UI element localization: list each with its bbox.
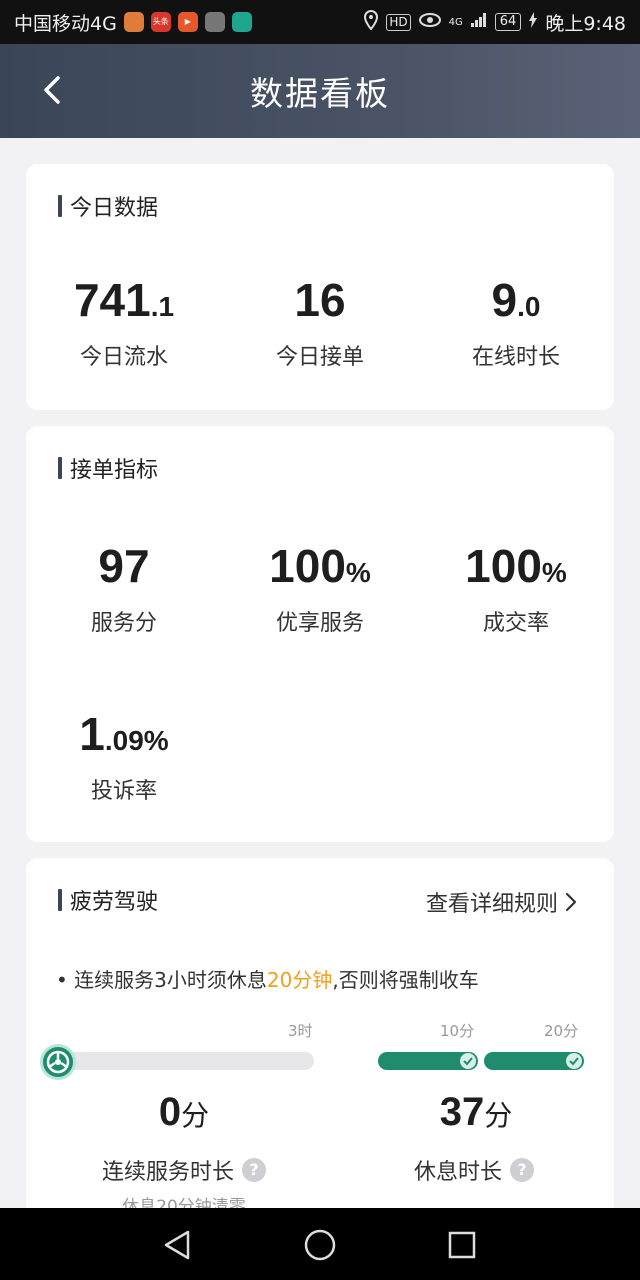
metric-label: 今日接单 [275, 345, 364, 370]
signal-icon [470, 11, 488, 33]
rest-duration-value: 37分 [439, 1090, 513, 1134]
toutiao-icon: 头条 [150, 12, 171, 32]
orders-title: 接单指标 [70, 458, 159, 483]
metric-value: 1.09% [79, 708, 169, 760]
battery-icon: 64 [494, 13, 522, 31]
home-nav-icon[interactable] [302, 1227, 338, 1263]
metric-complaint-rate[interactable]: 1.09% 投诉率 [26, 708, 222, 805]
check-icon [460, 1053, 476, 1069]
metric-online-time[interactable]: 9.0 在线时长 [418, 274, 614, 371]
card-title: 今日数据 [58, 190, 158, 222]
rest-tick-10: 10分 [440, 1022, 475, 1040]
help-icon[interactable]: ? [510, 1158, 534, 1182]
fatigue-title: 疲劳驾驶 [70, 890, 159, 915]
recents-nav-icon[interactable] [446, 1229, 478, 1261]
eye-icon [418, 11, 442, 33]
metric-value: 741.1 [73, 274, 175, 326]
fatigue-driving-card: 疲劳驾驶 查看详细规则 • 连续服务3小时须休息20分钟,否则将强制收车 3时 … [26, 858, 614, 1228]
service-duration-value: 0分 [158, 1090, 210, 1134]
metric-value: 9.0 [491, 274, 541, 326]
title-accent-bar [58, 195, 62, 217]
hd-icon: HD [386, 13, 411, 31]
metric-label: 投诉率 [90, 779, 157, 804]
metric-label: 优享服务 [275, 611, 364, 636]
clock-text: 晚上9:48 [545, 12, 626, 35]
rest-segment-10 [378, 1052, 478, 1070]
app-header: 数据看板 [0, 44, 640, 138]
today-title: 今日数据 [70, 196, 159, 221]
metric-orders[interactable]: 16 今日接单 [222, 274, 418, 371]
metric-revenue[interactable]: 741.1 今日流水 [26, 274, 222, 371]
today-data-card: 今日数据 741.1 今日流水 16 今日接单 9.0 在线时长 [26, 164, 614, 410]
metric-value: 97 [98, 540, 150, 592]
check-icon [566, 1053, 582, 1069]
rest-duration-label: 休息时长 [413, 1160, 502, 1185]
metric-label: 在线时长 [471, 345, 560, 370]
back-button[interactable] [36, 72, 72, 108]
status-bar: 中国移动4G 头条 ▶ HD 4G 64 晚上9:48 [0, 0, 640, 44]
chevron-right-icon [565, 892, 577, 912]
location-icon [363, 9, 379, 35]
charging-icon [528, 11, 538, 33]
app-icon-5 [231, 12, 252, 32]
metric-label: 服务分 [90, 611, 157, 636]
help-icon[interactable]: ? [242, 1158, 266, 1182]
title-accent-bar [58, 889, 62, 911]
view-rules-link[interactable]: 查看详细规则 [426, 886, 578, 918]
order-metrics-card: 接单指标 97 服务分 100% 优享服务 100% 成交率 1.09% 投诉率 [26, 426, 614, 842]
rest-tick-20: 20分 [544, 1022, 579, 1040]
rest-segment-20 [484, 1052, 584, 1070]
metric-deal-rate[interactable]: 100% 成交率 [418, 540, 614, 637]
rest-duration-label-row: 休息时长 ? [356, 1154, 592, 1186]
carrier-text: 中国移动4G [14, 12, 117, 35]
service-progress-track [48, 1052, 314, 1070]
service-duration-label-row: 连续服务时长 ? [66, 1154, 302, 1186]
service-tick-label: 3时 [288, 1022, 313, 1040]
metric-label: 今日流水 [79, 345, 168, 370]
metric-premium-service[interactable]: 100% 优享服务 [222, 540, 418, 637]
card-title: 疲劳驾驶 [58, 884, 158, 916]
metric-label: 成交率 [482, 611, 549, 636]
system-nav-bar [0, 1208, 640, 1280]
app-icon-1 [123, 12, 144, 32]
back-nav-icon[interactable] [160, 1228, 196, 1262]
page-title: 数据看板 [250, 74, 390, 113]
service-duration-label: 连续服务时长 [101, 1160, 234, 1185]
metric-value: 100% [465, 540, 567, 592]
metric-service-score[interactable]: 97 服务分 [26, 540, 222, 637]
view-rules-label: 查看详细规则 [425, 892, 558, 917]
network-type: 4G [448, 16, 463, 28]
chevron-left-icon [44, 76, 60, 104]
video-app-icon: ▶ [177, 12, 198, 32]
steering-wheel-icon [40, 1044, 76, 1080]
fatigue-rule-text: • 连续服务3小时须休息20分钟,否则将强制收车 [56, 968, 479, 992]
app-icon-4 [204, 12, 225, 32]
metric-value: 100% [269, 540, 371, 592]
metric-value: 16 [294, 274, 346, 326]
title-accent-bar [58, 457, 62, 479]
card-title: 接单指标 [58, 452, 158, 484]
